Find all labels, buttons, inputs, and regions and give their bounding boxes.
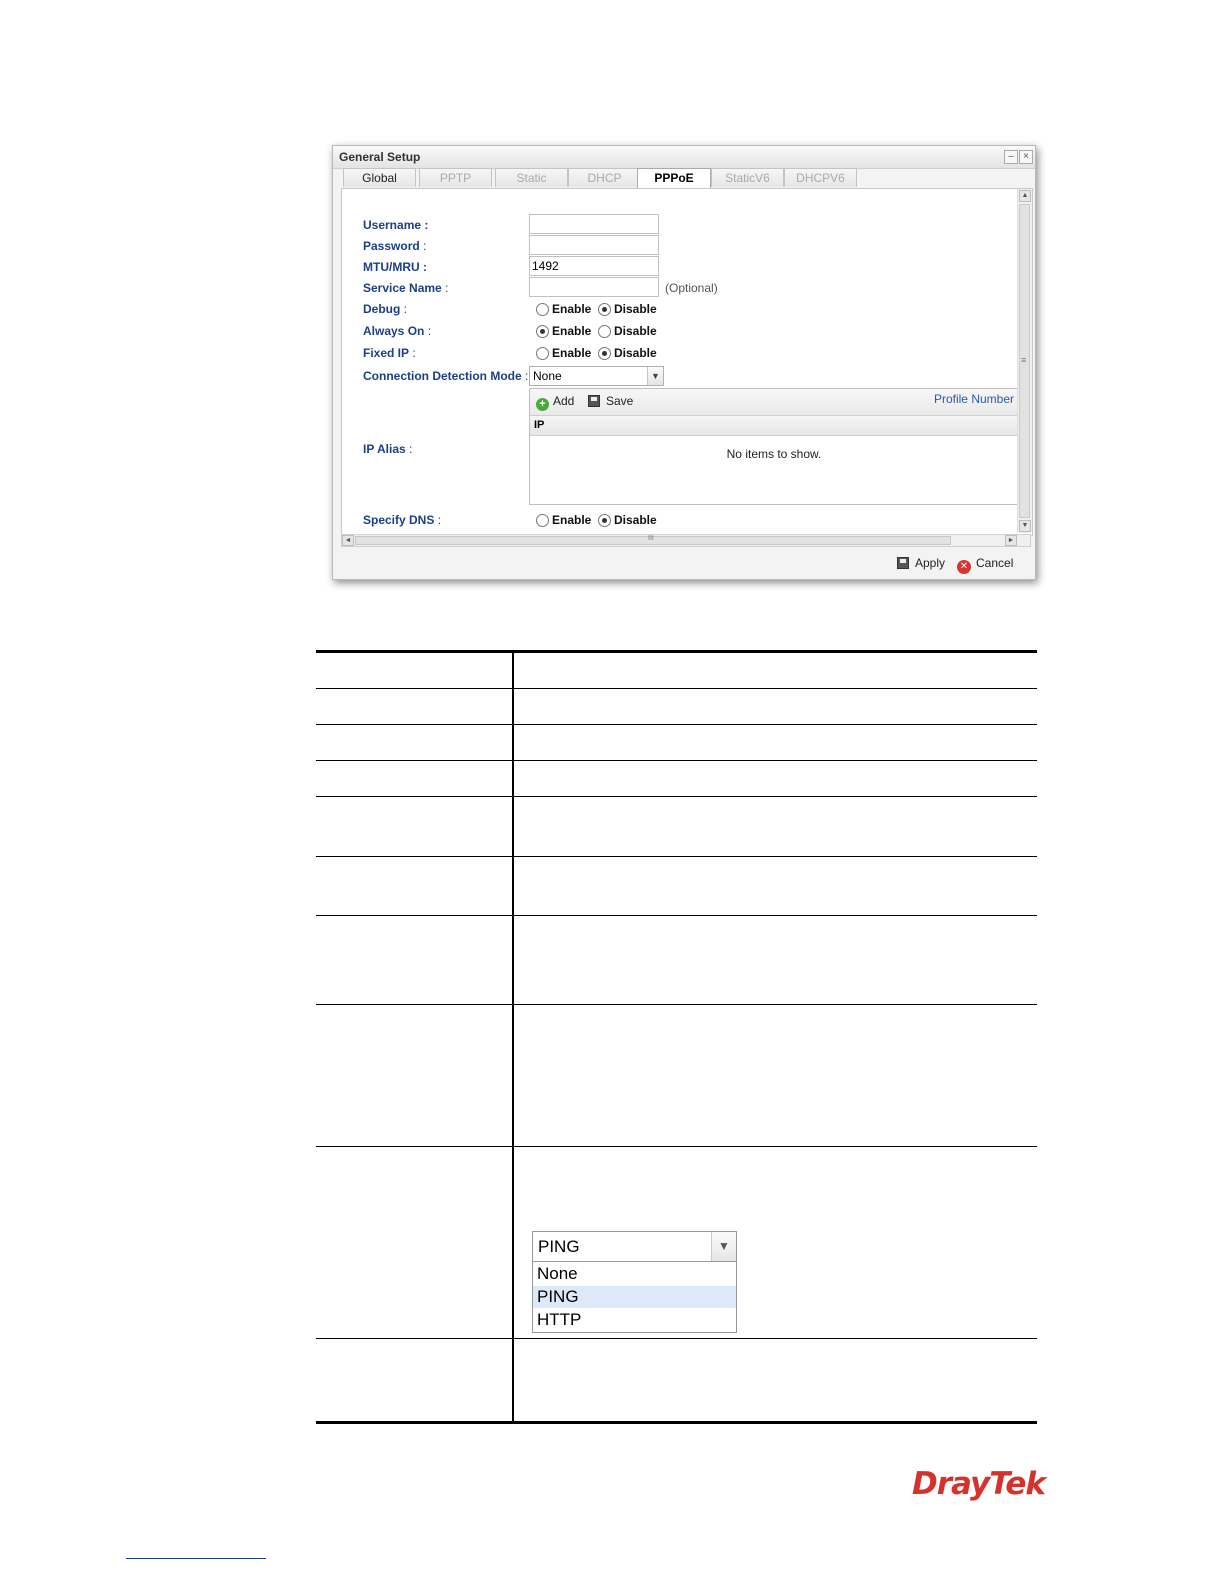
vertical-scroll-thumb[interactable]: ≡ — [1019, 204, 1030, 518]
draytek-logo: DrayTek — [912, 1466, 1046, 1502]
save-icon — [588, 395, 600, 407]
service-name-label: Service Name : — [363, 281, 449, 295]
apply-icon — [897, 557, 909, 569]
dropdown-list: None PING HTTP — [532, 1262, 737, 1333]
optional-hint: (Optional) — [665, 281, 718, 295]
tab-pptp[interactable]: PPTP — [419, 168, 492, 187]
mtu-field[interactable]: 1492 — [529, 256, 659, 276]
service-name-field[interactable] — [529, 277, 659, 297]
table-row-rule — [316, 856, 1037, 857]
debug-enable-radio[interactable] — [536, 303, 549, 316]
dns-disable-label: Disable — [614, 513, 657, 527]
table-row-rule — [316, 796, 1037, 797]
ip-alias-grid: + Add Save Profile Number IP No items to … — [529, 388, 1019, 505]
always-on-label: Always On : — [363, 324, 432, 338]
always-on-enable-label: Enable — [552, 324, 592, 338]
scroll-left-icon[interactable]: ◄ — [342, 535, 354, 546]
hgrip-icon: III — [648, 535, 654, 542]
horizontal-scroll-thumb[interactable]: III — [355, 535, 951, 545]
dialog-footer: Apply ✕ Cancel — [333, 548, 1035, 578]
fixed-ip-enable-label: Enable — [552, 346, 592, 360]
table-bottom-rule — [316, 1421, 1037, 1424]
horizontal-scrollbar[interactable]: ◄ III ► — [341, 534, 1031, 547]
table-row-rule — [316, 1338, 1037, 1339]
scroll-right-icon[interactable]: ► — [1005, 535, 1017, 546]
chevron-down-icon[interactable]: ▼ — [647, 367, 663, 385]
dropdown-option-ping[interactable]: PING — [533, 1286, 736, 1308]
add-icon: + — [536, 398, 549, 411]
connection-detection-value: None — [533, 369, 562, 383]
scroll-up-icon[interactable]: ▲ — [1019, 190, 1031, 202]
save-button[interactable]: Save — [588, 394, 633, 408]
debug-disable-label: Disable — [614, 302, 657, 316]
tab-pppoe[interactable]: PPPoE — [637, 168, 711, 189]
table-row-rule — [316, 724, 1037, 725]
debug-disable-radio[interactable] — [598, 303, 611, 316]
dialog-title: General Setup — [339, 150, 421, 164]
vertical-scrollbar[interactable]: ▲ ≡ ▼ — [1017, 189, 1032, 533]
detection-mode-dropdown[interactable]: PING ▼ None PING HTTP — [532, 1231, 737, 1333]
always-on-enable-radio[interactable] — [536, 325, 549, 338]
always-on-disable-radio[interactable] — [598, 325, 611, 338]
column-header-ip[interactable]: IP — [530, 416, 1018, 436]
connection-detection-select[interactable]: None ▼ — [529, 366, 664, 386]
scroll-down-icon[interactable]: ▼ — [1019, 520, 1031, 532]
table-row-rule — [316, 915, 1037, 916]
tab-bar: Global PPTP Static DHCP PPPoE StaticV6 D… — [341, 168, 1031, 189]
table-row-rule — [316, 760, 1037, 761]
dialog-titlebar: General Setup – × — [333, 146, 1035, 169]
table-row-rule — [316, 1146, 1037, 1147]
fixed-ip-label: Fixed IP : — [363, 346, 416, 360]
tab-staticv6[interactable]: StaticV6 — [711, 168, 784, 187]
always-on-disable-label: Disable — [614, 324, 657, 338]
tab-dhcp[interactable]: DHCP — [568, 168, 641, 187]
close-icon[interactable]: × — [1019, 150, 1033, 164]
table-top-rule — [316, 650, 1037, 653]
password-label: Password : — [363, 239, 427, 253]
dropdown-selected[interactable]: PING ▼ — [532, 1231, 737, 1262]
username-label: Username : — [363, 218, 429, 232]
profile-number-link[interactable]: Profile Number — [934, 392, 1014, 406]
minimize-icon[interactable]: – — [1004, 150, 1018, 164]
grid-toolbar: + Add Save Profile Number — [530, 389, 1018, 416]
dropdown-option-none[interactable]: None — [533, 1263, 736, 1285]
general-setup-dialog: General Setup – × Global PPTP Static DHC… — [332, 145, 1036, 580]
fixed-ip-disable-radio[interactable] — [598, 347, 611, 360]
table-row-rule — [316, 688, 1037, 689]
empty-message: No items to show. — [726, 447, 822, 461]
dropdown-option-http[interactable]: HTTP — [533, 1309, 736, 1331]
specify-dns-label: Specify DNS : — [363, 513, 442, 527]
apply-button[interactable]: Apply — [897, 556, 945, 570]
fixed-ip-enable-radio[interactable] — [536, 347, 549, 360]
table-row-rule — [316, 1004, 1037, 1005]
table-column-rule — [512, 650, 514, 1423]
debug-enable-label: Enable — [552, 302, 592, 316]
cancel-button[interactable]: ✕ Cancel — [957, 556, 1013, 574]
pppoe-settings-pane: Username : Password : MTU/MRU : 1492 Ser… — [341, 188, 1033, 536]
dns-disable-radio[interactable] — [598, 514, 611, 527]
password-field[interactable] — [529, 235, 659, 255]
chevron-down-icon[interactable]: ▼ — [711, 1232, 736, 1261]
cancel-icon: ✕ — [957, 560, 971, 574]
connection-detection-label: Connection Detection Mode : — [363, 369, 529, 383]
fixed-ip-disable-label: Disable — [614, 346, 657, 360]
tab-dhcpv6[interactable]: DHCPV6 — [784, 168, 857, 187]
tab-static[interactable]: Static — [495, 168, 568, 187]
tab-global[interactable]: Global — [343, 168, 416, 187]
dropdown-selected-value: PING — [538, 1237, 580, 1256]
dns-enable-label: Enable — [552, 513, 592, 527]
add-button[interactable]: + Add — [536, 394, 574, 411]
mtu-label: MTU/MRU : — [363, 260, 427, 274]
ip-alias-label: IP Alias : — [363, 442, 413, 456]
dns-enable-radio[interactable] — [536, 514, 549, 527]
footer-link-rule — [126, 1558, 266, 1559]
grip-icon: ≡ — [1021, 355, 1027, 365]
username-field[interactable] — [529, 214, 659, 234]
debug-label: Debug : — [363, 302, 408, 316]
